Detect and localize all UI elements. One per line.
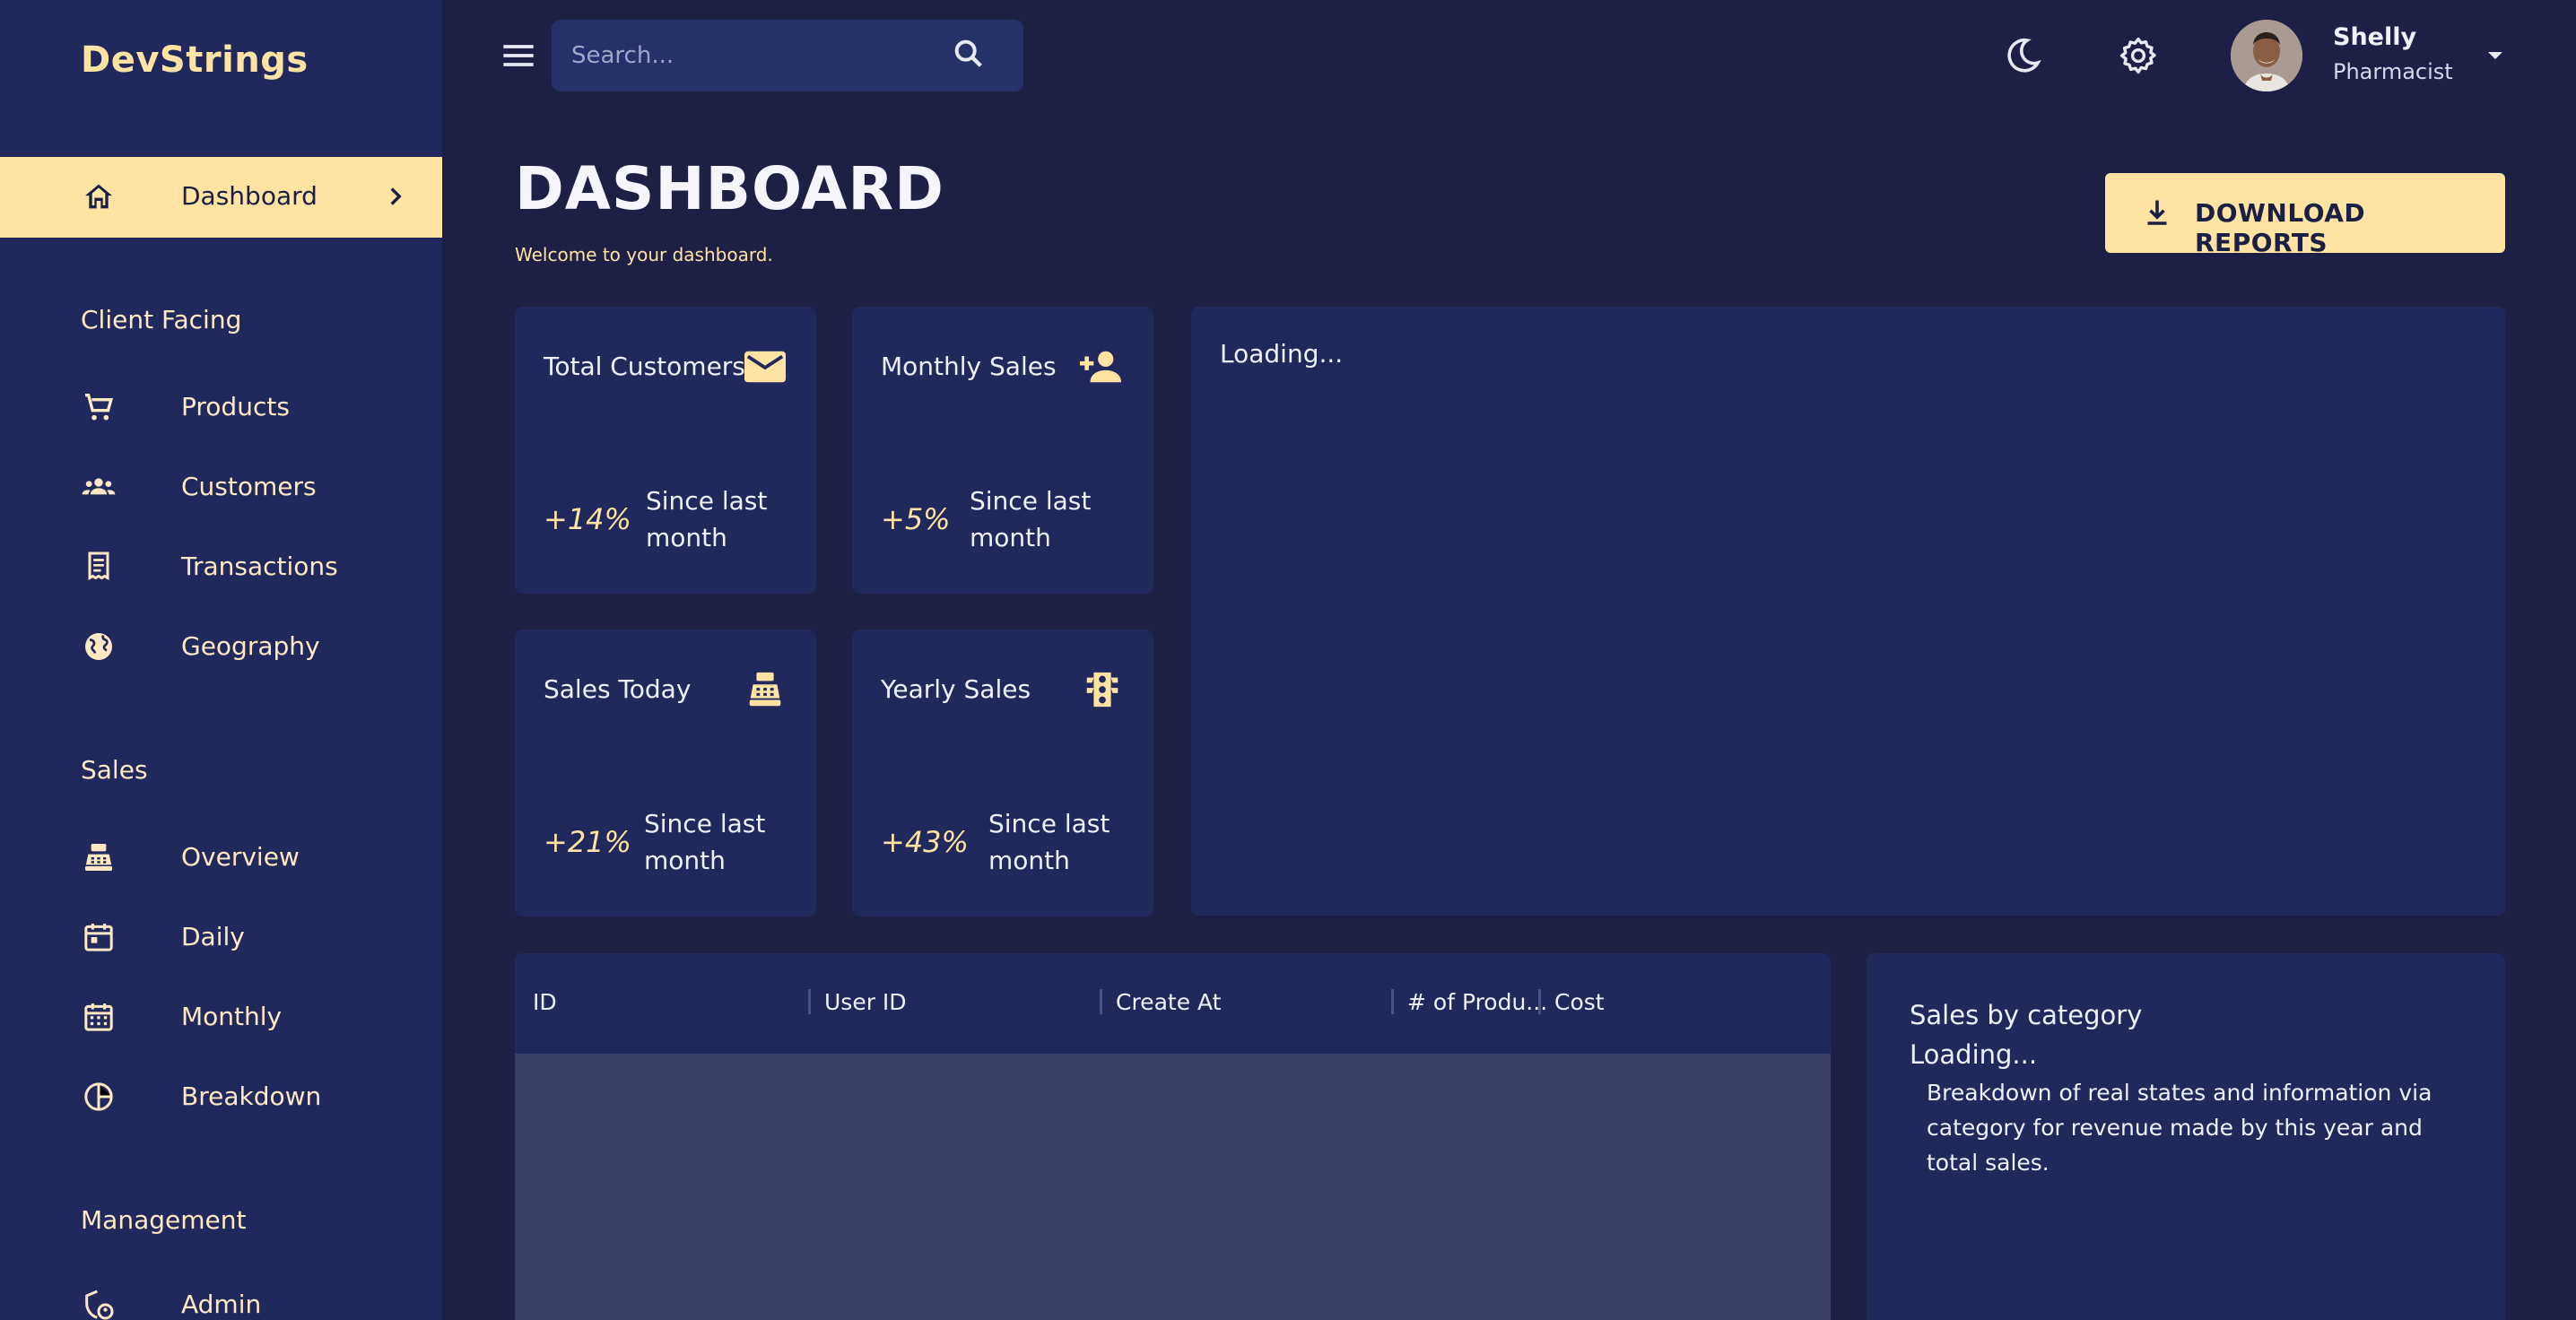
section-title-management: Management [81, 1205, 247, 1235]
sidebar-item-products[interactable]: Products [0, 376, 442, 439]
sidebar-item-label: Customers [181, 472, 317, 501]
sidebar-item-label: Admin [181, 1290, 262, 1319]
sidebar-item-label: Products [181, 392, 290, 421]
menu-icon[interactable] [500, 40, 536, 71]
calendar-month-icon [81, 999, 117, 1035]
stat-since-label: Since last month [988, 809, 1110, 875]
sidebar-item-label: Dashboard [181, 181, 318, 211]
column-separator[interactable] [1538, 989, 1541, 1014]
stat-percentage: +21% [544, 825, 631, 859]
page-title: DASHBOARD [515, 154, 944, 223]
sidebar-item-admin[interactable]: Admin [0, 1273, 442, 1320]
stat-title: Yearly Sales [881, 674, 1031, 704]
column-header-products[interactable]: # of Produ... [1407, 989, 1547, 1015]
stat-card-total-customers: Total Customers +14% Since last month [515, 307, 816, 594]
column-header-id[interactable]: ID [533, 989, 557, 1015]
column-header-user-id[interactable]: User ID [824, 989, 907, 1015]
sidebar-item-label: Geography [181, 631, 320, 661]
stat-since-label: Since last month [970, 486, 1092, 552]
sidebar: DevStrings Dashboard Client Facing Produ… [0, 0, 442, 1320]
receipt-icon [81, 549, 117, 585]
category-title: Sales by category [1910, 1000, 2143, 1030]
admin-shield-icon [81, 1287, 117, 1320]
column-header-cost[interactable]: Cost [1554, 989, 1605, 1015]
stat-card-monthly-sales: Monthly Sales +5% Since last month [852, 307, 1153, 594]
stat-card-yearly-sales: Yearly Sales +43% Since last month [852, 630, 1153, 916]
traffic-icon [1080, 669, 1125, 710]
stat-title: Sales Today [544, 674, 692, 704]
sidebar-item-monthly[interactable]: Monthly [0, 986, 442, 1048]
cart-icon [81, 389, 117, 425]
groups-icon [81, 469, 117, 505]
sidebar-item-customers[interactable]: Customers [0, 456, 442, 518]
sidebar-item-geography[interactable]: Geography [0, 615, 442, 678]
point-of-sale-icon [743, 669, 788, 710]
search-input[interactable] [571, 38, 930, 74]
sidebar-item-label: Monthly [181, 1002, 283, 1031]
caret-down-icon[interactable] [2485, 45, 2506, 66]
section-title-client-facing: Client Facing [81, 305, 242, 334]
sidebar-item-overview[interactable]: Overview [0, 826, 442, 889]
sidebar-item-transactions[interactable]: Transactions [0, 535, 442, 598]
sidebar-item-label: Transactions [181, 551, 338, 581]
column-separator[interactable] [1100, 989, 1102, 1014]
avatar[interactable] [2231, 20, 2302, 91]
point-of-sale-icon [81, 839, 117, 875]
table-header: ID User ID Create At # of Produ... Cost [515, 953, 1831, 1054]
stat-title: Monthly Sales [881, 352, 1057, 381]
stat-since-label: Since last month [646, 486, 768, 552]
stat-percentage: +5% [881, 502, 951, 536]
stat-card-sales-today: Sales Today +21% Since last month [515, 630, 816, 916]
email-icon [743, 346, 788, 387]
sidebar-item-label: Daily [181, 922, 245, 951]
table-body [515, 1054, 1831, 1320]
chevron-right-icon [380, 181, 411, 212]
calendar-today-icon [81, 919, 117, 955]
download-icon [2141, 196, 2173, 229]
column-separator[interactable] [808, 989, 811, 1014]
sidebar-item-label: Breakdown [181, 1081, 322, 1111]
pie-chart-icon [81, 1079, 117, 1115]
sidebar-item-breakdown[interactable]: Breakdown [0, 1065, 442, 1128]
loading-text: Loading... [1220, 339, 1344, 369]
overview-chart-panel: Loading... [1191, 307, 2505, 916]
sales-by-category-panel: Sales by category Loading... Breakdown o… [1867, 953, 2505, 1320]
page-subtitle: Welcome to your dashboard. [515, 244, 773, 265]
sidebar-item-dashboard[interactable]: Dashboard [0, 157, 442, 238]
home-icon [81, 178, 117, 214]
settings-gear-icon[interactable] [2117, 34, 2160, 77]
stat-percentage: +43% [881, 825, 969, 859]
section-title-sales: Sales [81, 755, 148, 785]
column-header-create-at[interactable]: Create At [1116, 989, 1221, 1015]
user-role: Pharmacist [2333, 59, 2453, 84]
stat-percentage: +14% [544, 502, 631, 536]
category-description: Breakdown of real states and information… [1927, 1080, 2432, 1176]
person-add-icon [1078, 346, 1123, 387]
user-name: Shelly [2333, 23, 2417, 51]
transactions-table: ID User ID Create At # of Produ... Cost [515, 953, 1831, 1320]
download-reports-button[interactable]: DOWNLOAD REPORTS [2105, 173, 2505, 257]
stat-title: Total Customers [544, 352, 745, 381]
stat-since-label: Since last month [644, 809, 766, 875]
sidebar-item-daily[interactable]: Daily [0, 906, 442, 968]
brand-logo-text[interactable]: DevStrings [81, 39, 309, 81]
globe-icon [81, 629, 117, 664]
download-reports-label: DOWNLOAD REPORTS [2195, 198, 2366, 257]
category-loading-text: Loading... [1910, 1039, 2038, 1070]
column-separator[interactable] [1391, 989, 1394, 1014]
dark-mode-icon[interactable] [2001, 34, 2044, 77]
search-icon[interactable] [951, 36, 987, 72]
sidebar-item-label: Overview [181, 842, 300, 872]
